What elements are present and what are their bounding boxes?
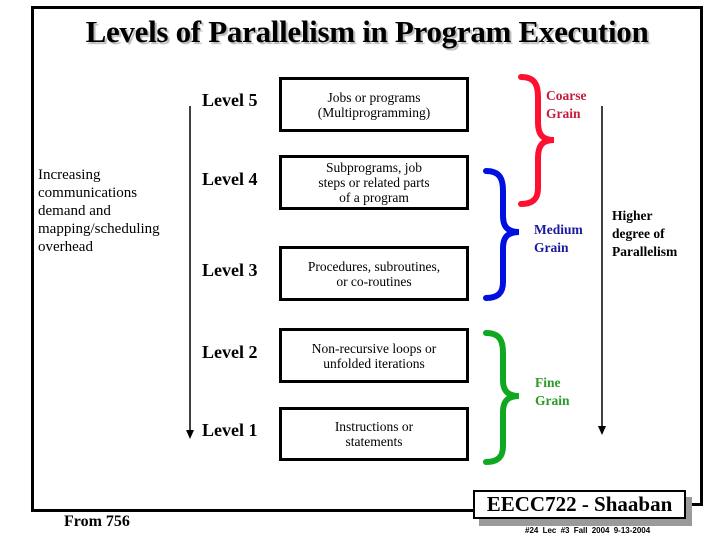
box-line: Instructions or <box>334 419 414 434</box>
level-2-label: Level 2 <box>202 342 258 362</box>
course-badge: EECC722 - Shaaban <box>473 490 686 519</box>
level-2-box: Non-recursive loops or unfolded iteratio… <box>279 328 469 383</box>
coarse-grain-label: Coarse Grain <box>546 87 587 123</box>
grain-line: Grain <box>546 106 581 121</box>
note-line: Parallelism <box>612 244 678 259</box>
grain-line: Medium <box>534 222 583 237</box>
level-5-box: Jobs or programs (Multiprogramming) <box>279 77 469 132</box>
slide-frame-left <box>31 6 34 512</box>
box-line: unfolded iterations <box>323 355 425 371</box>
box-line: Subprograms, job <box>326 160 422 175</box>
note-line: Higher <box>612 208 653 223</box>
level-4-label: Level 4 <box>202 169 258 189</box>
communications-overhead-note: Increasing communications demand and map… <box>38 166 160 256</box>
parallelism-note: Higher degree of Parallelism <box>612 207 677 261</box>
note-line: Increasing <box>38 167 101 183</box>
box-line: statements <box>345 434 403 449</box>
parallelism-arrow-head <box>598 426 606 435</box>
box-line: steps or related parts <box>318 175 430 190</box>
level-4-box: Subprograms, job steps or related parts … <box>279 155 469 210</box>
grain-line: Grain <box>534 240 569 255</box>
level-1-label: Level 1 <box>202 420 258 440</box>
overhead-arrow-head <box>186 430 194 439</box>
medium-grain-brace <box>483 168 520 301</box>
box-line: Non-recursive loops or <box>311 340 437 356</box>
note-line: demand and <box>38 203 111 219</box>
level-3-label: Level 3 <box>202 260 258 280</box>
note-line: overhead <box>38 239 93 255</box>
note-line: communications <box>38 185 138 201</box>
box-line: of a program <box>339 190 409 205</box>
box-line: (Multiprogramming) <box>317 104 431 120</box>
note-line: mapping/scheduling <box>38 221 160 237</box>
slide-meta: #24 Lec #3 Fall 2004 9-13-2004 <box>525 526 651 535</box>
grain-line: Coarse <box>546 88 587 103</box>
fine-grain-brace <box>483 330 520 465</box>
box-line: or co-routines <box>336 273 412 289</box>
fine-grain-label: Fine Grain <box>535 374 570 410</box>
level-5-label: Level 5 <box>202 90 258 110</box>
grain-line: Grain <box>535 393 570 408</box>
source-note: From 756 <box>64 513 130 530</box>
slide-title: Levels of Parallelism in Program Executi… <box>85 14 649 49</box>
grain-line: Fine <box>535 375 561 390</box>
box-line: Procedures, subroutines, <box>307 258 441 274</box>
medium-grain-label: Medium Grain <box>534 221 583 257</box>
level-1-box: Instructions or statements <box>279 407 469 461</box>
box-line: Jobs or programs <box>327 89 421 105</box>
slide-frame-bottom <box>31 509 475 512</box>
slide-frame-top <box>31 6 703 9</box>
slide-frame-right <box>700 6 703 506</box>
note-line: degree of <box>612 226 665 241</box>
level-3-box: Procedures, subroutines, or co-routines <box>279 246 469 301</box>
